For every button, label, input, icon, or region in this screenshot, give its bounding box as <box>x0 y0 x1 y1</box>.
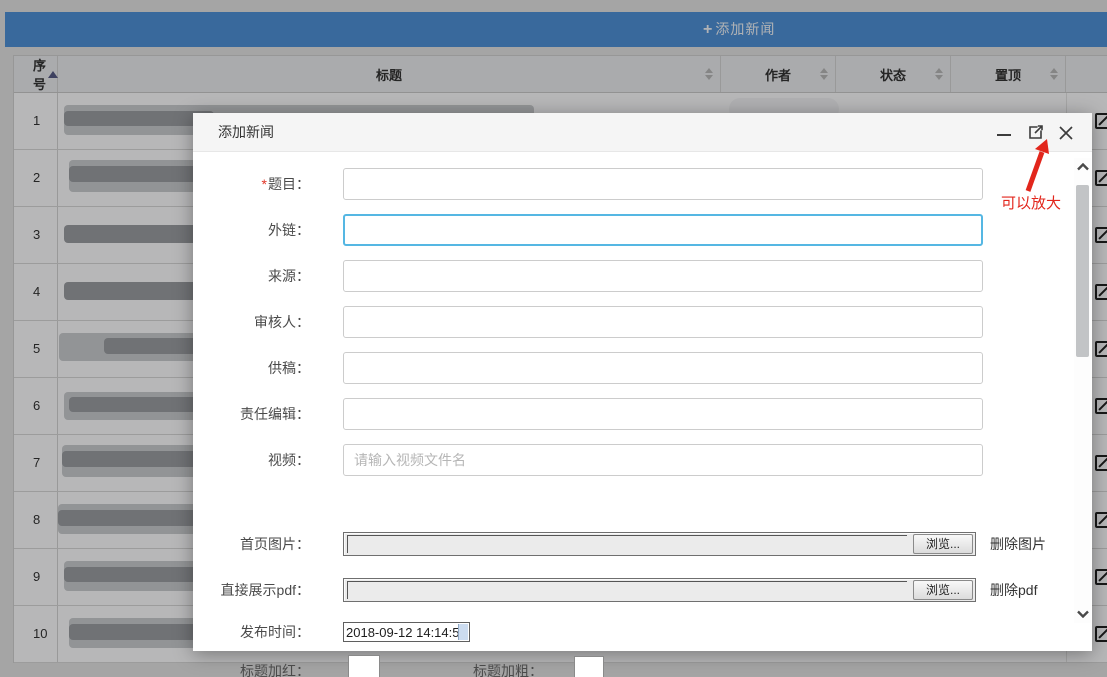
editor-input[interactable] <box>343 398 983 430</box>
scrollbar-thumb[interactable] <box>1076 185 1089 357</box>
form-row-pdf: 直接展示pdf： 浏览... 删除pdf <box>193 578 1037 602</box>
browse-button[interactable]: 浏览... <box>913 580 973 600</box>
field-label: 首页图片： <box>240 536 310 552</box>
form-row-external-link: 外链： <box>193 214 983 246</box>
minimize-icon[interactable] <box>994 123 1014 143</box>
form-row-reviewer: 审核人： <box>193 306 983 338</box>
field-label: 责任编辑： <box>240 406 310 422</box>
field-label: 直接展示pdf： <box>220 582 310 598</box>
datetime-spinner-icon[interactable] <box>458 624 468 640</box>
file-path-field <box>347 581 907 599</box>
publish-time-value: 2018-09-12 14:14:56 <box>346 624 467 640</box>
title-input[interactable] <box>343 168 983 200</box>
title-bold-checkbox[interactable] <box>574 656 604 677</box>
field-label: 视频： <box>268 452 310 468</box>
field-label: 发布时间： <box>240 624 310 640</box>
modal-title: 添加新闻 <box>218 124 274 140</box>
form-row-contributor: 供稿： <box>193 352 983 384</box>
required-mark: * <box>261 176 267 192</box>
scroll-down-icon[interactable] <box>1074 605 1091 623</box>
field-label: 审核人： <box>254 314 310 330</box>
field-label: 供稿： <box>268 360 310 376</box>
form-row-title-style: 标题加红： 标题加粗： <box>193 655 604 677</box>
delete-image-link[interactable]: 删除图片 <box>990 534 1046 554</box>
field-label: 标题加红： <box>240 663 310 677</box>
video-filename-input[interactable] <box>343 444 983 476</box>
delete-pdf-link[interactable]: 删除pdf <box>990 580 1037 600</box>
title-red-checkbox[interactable] <box>348 655 380 677</box>
pdf-file-input[interactable]: 浏览... <box>343 578 976 602</box>
source-input[interactable] <box>343 260 983 292</box>
home-image-file-input[interactable]: 浏览... <box>343 532 976 556</box>
form-row-title: *题目： <box>193 168 983 200</box>
field-label: 来源： <box>268 268 310 284</box>
add-news-modal: 添加新闻 可以放大 *题目： 外链： 来源： 审核人： 供稿： 责任编辑： 视频… <box>193 113 1092 677</box>
add-news-form: *题目： 外链： 来源： 审核人： 供稿： 责任编辑： 视频： 请输入视频文件名… <box>193 152 1092 677</box>
close-icon[interactable] <box>1056 123 1076 143</box>
external-link-input[interactable] <box>343 214 983 246</box>
field-label: *题目： <box>193 174 310 194</box>
field-label-text: 题目： <box>268 176 310 192</box>
scroll-up-icon[interactable] <box>1074 158 1091 176</box>
modal-scrollbar[interactable] <box>1074 158 1091 623</box>
field-label: 标题加粗： <box>473 663 543 677</box>
publish-time-input[interactable]: 2018-09-12 14:14:56 <box>343 622 470 642</box>
form-row-video: 视频： <box>193 444 983 476</box>
form-row-source: 来源： <box>193 260 983 292</box>
reviewer-input[interactable] <box>343 306 983 338</box>
contributor-input[interactable] <box>343 352 983 384</box>
form-row-editor: 责任编辑： <box>193 398 983 430</box>
form-row-home-image: 首页图片： 浏览... 删除图片 <box>193 532 1046 556</box>
form-row-publish-time: 发布时间： 2018-09-12 14:14:56 <box>193 622 470 642</box>
file-path-field <box>347 535 907 553</box>
modal-header[interactable]: 添加新闻 <box>193 113 1092 152</box>
browse-button[interactable]: 浏览... <box>913 534 973 554</box>
field-label: 外链： <box>268 222 310 238</box>
